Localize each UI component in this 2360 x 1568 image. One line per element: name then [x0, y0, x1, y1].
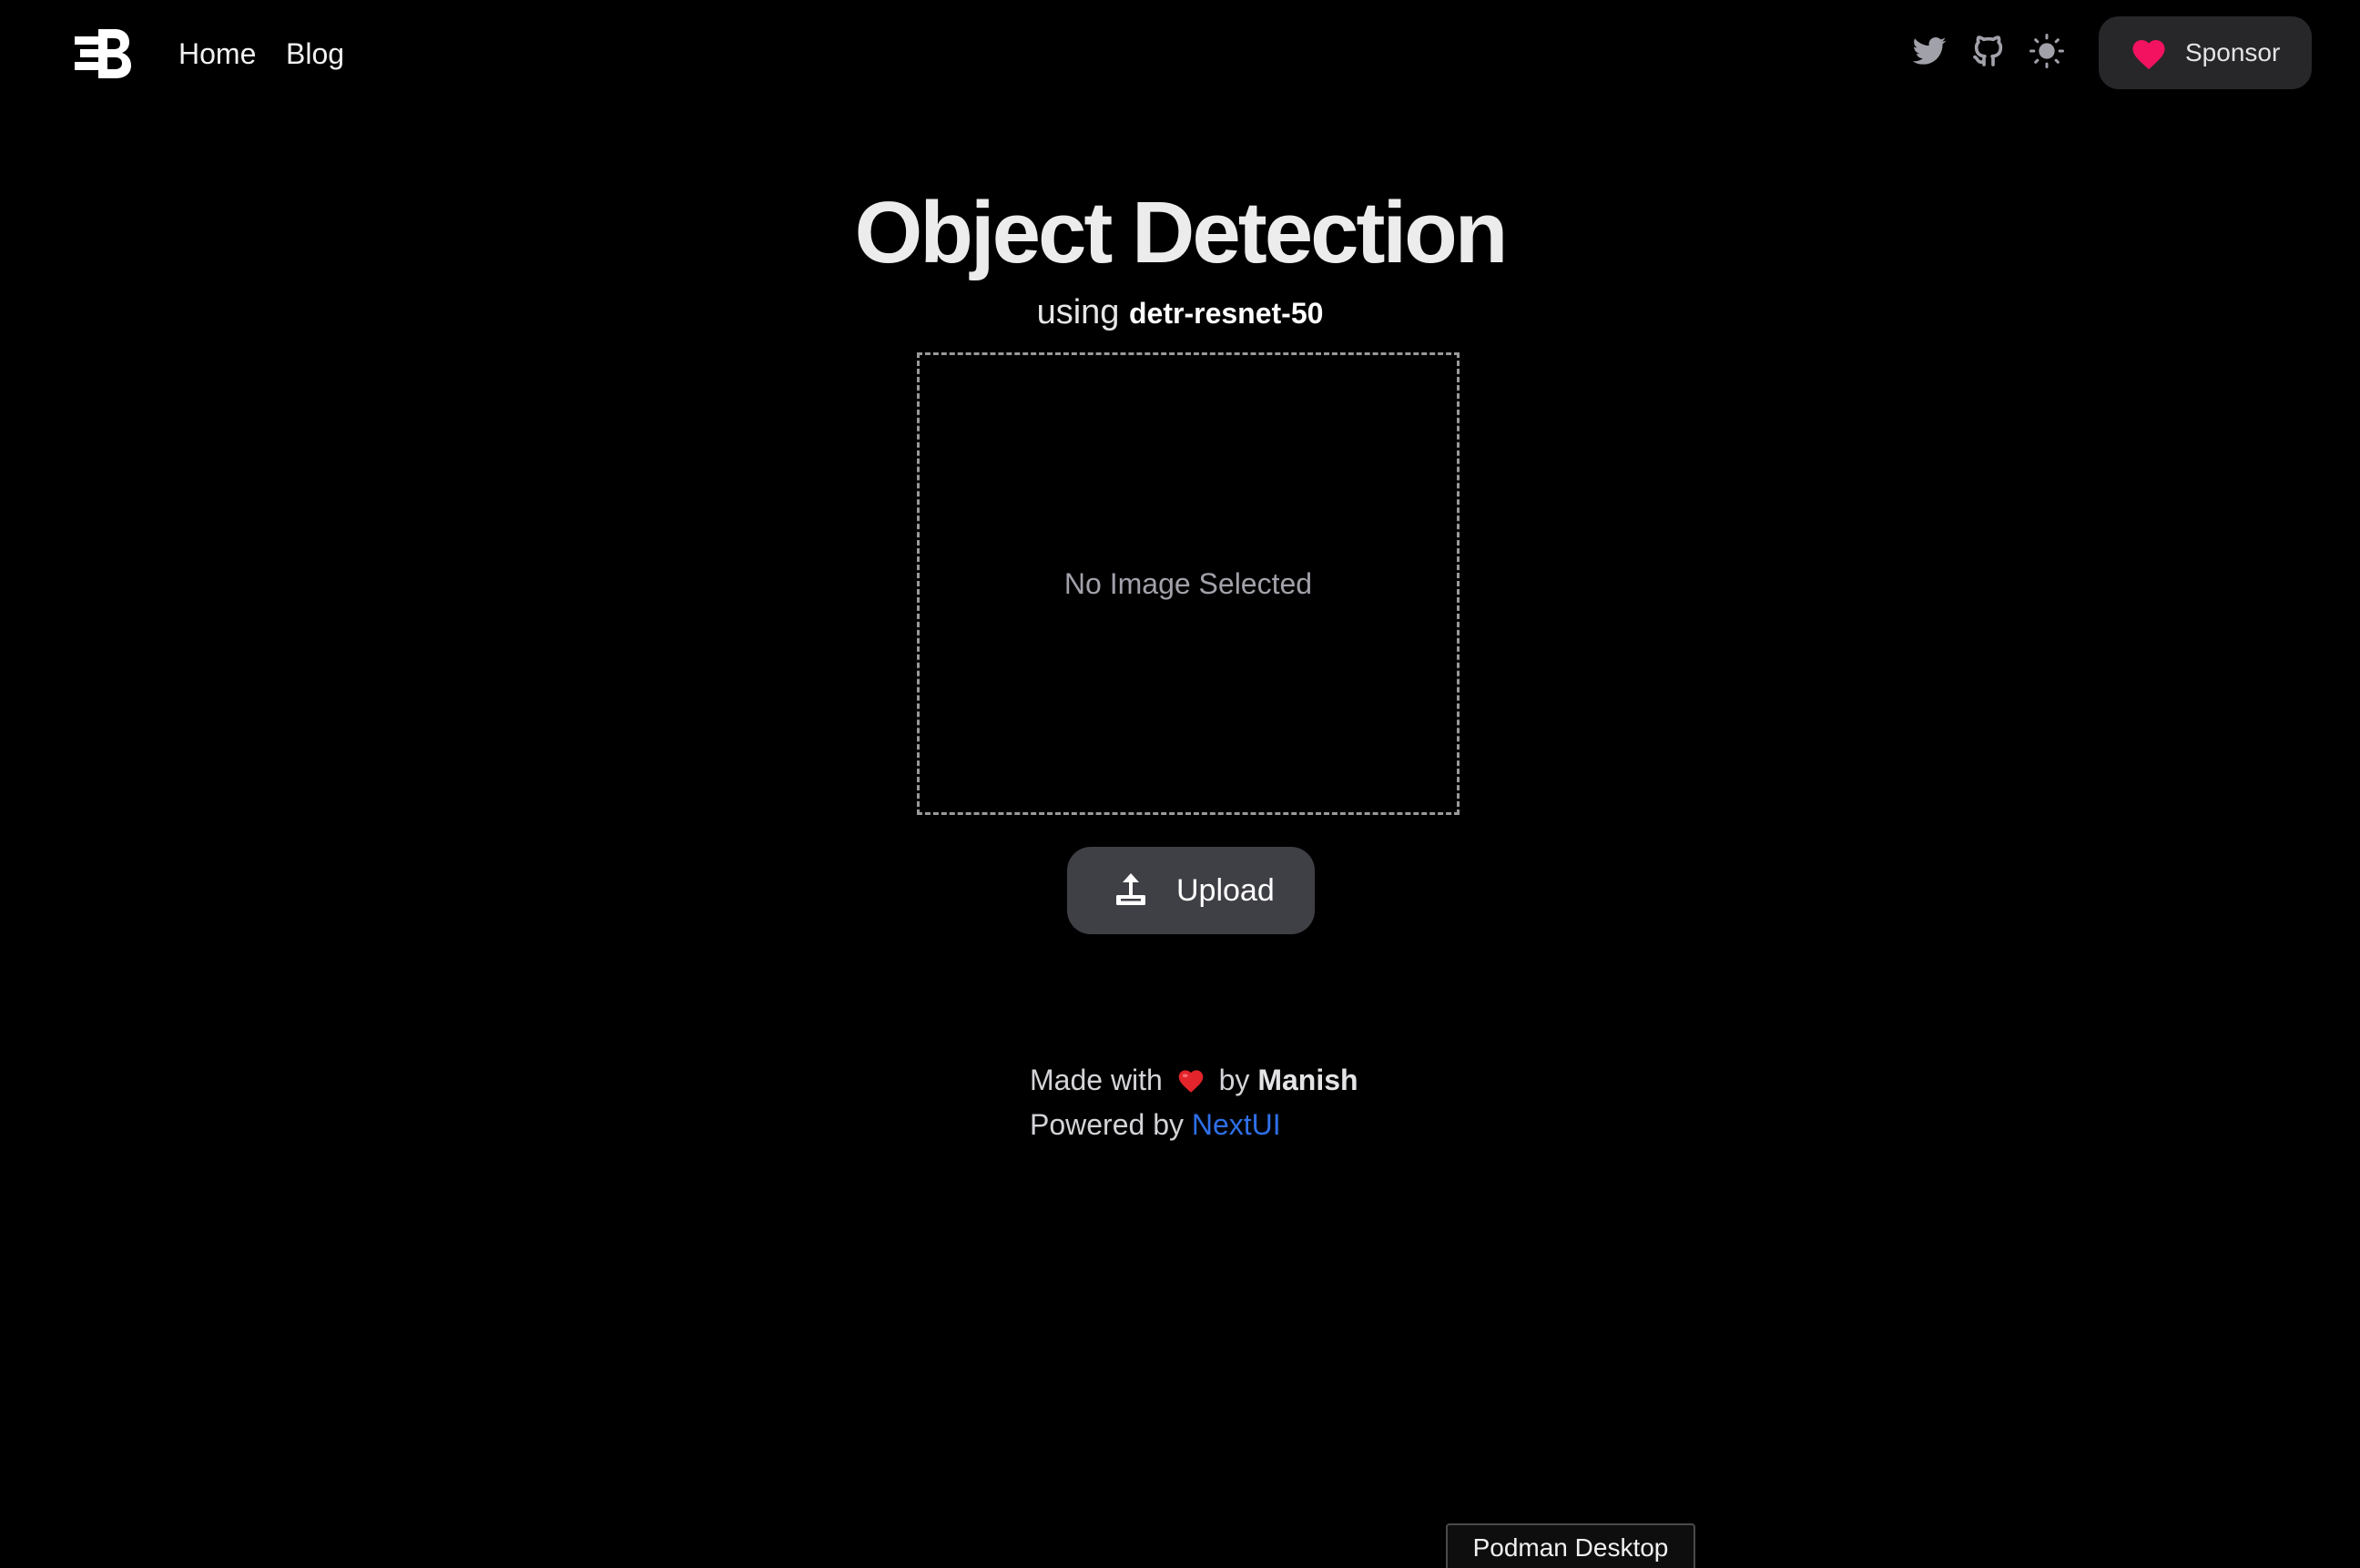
- model-subtitle: using detr-resnet-50: [0, 290, 2360, 335]
- footer-credit: Made with by Manish: [1030, 1060, 1358, 1100]
- red-heart-icon: [1178, 1070, 1204, 1093]
- navbar: Home Blog Sponsor: [0, 0, 2360, 107]
- page: Home Blog Sponsor Object Detection using…: [0, 0, 2360, 1568]
- sun-icon[interactable]: [2027, 31, 2067, 71]
- page-title: Object Detection: [854, 184, 1509, 281]
- no-image-text: No Image Selected: [1063, 566, 1313, 600]
- upload-button[interactable]: Upload: [1067, 847, 1315, 934]
- author-name: Manish: [1257, 1064, 1358, 1096]
- nav-link-blog[interactable]: Blog: [286, 33, 344, 75]
- nav-link-home[interactable]: Home: [178, 33, 256, 75]
- made-with-text: Made with: [1030, 1064, 1163, 1096]
- sponsor-label: Sponsor: [2185, 38, 2281, 66]
- sponsor-button[interactable]: Sponsor: [2099, 16, 2312, 89]
- subtitle-prefix: using: [1036, 293, 1120, 331]
- model-name: detr-resnet-50: [1129, 297, 1324, 330]
- by-text: by: [1218, 1064, 1250, 1096]
- upload-icon: [1116, 873, 1145, 905]
- brand-logo-icon[interactable]: [71, 24, 133, 82]
- podman-tooltip: Podman Desktop: [1446, 1523, 1695, 1568]
- footer-powered: Powered by NextUI: [1030, 1105, 1281, 1145]
- nextui-link[interactable]: NextUI: [1192, 1108, 1281, 1141]
- powered-by-text: Powered by: [1030, 1108, 1184, 1141]
- heart-icon: [2132, 40, 2165, 70]
- twitter-icon[interactable]: [1909, 31, 1949, 71]
- github-icon[interactable]: [1968, 31, 2009, 71]
- image-dropzone[interactable]: No Image Selected: [917, 352, 1460, 815]
- upload-label: Upload: [1176, 873, 1275, 908]
